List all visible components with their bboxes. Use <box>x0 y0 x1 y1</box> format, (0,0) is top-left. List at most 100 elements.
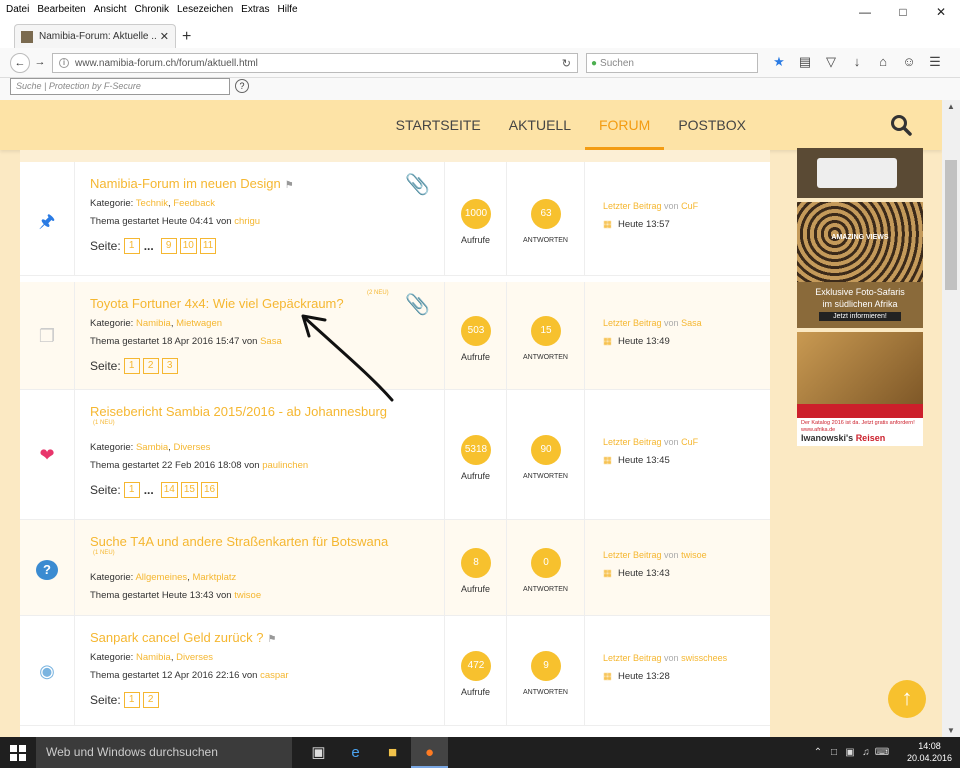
category-link[interactable]: Feedback <box>173 198 215 209</box>
search-engine-icon[interactable]: ● <box>591 58 597 69</box>
chat-icon[interactable]: ☺ <box>896 54 922 70</box>
new-tab-icon[interactable]: + <box>182 28 191 46</box>
bookmark-star-icon[interactable]: ★ <box>766 54 792 70</box>
category-link[interactable]: Namibia <box>136 318 171 329</box>
task-view-icon[interactable]: ▣ <box>300 737 337 768</box>
nav-startseite[interactable]: STARTSEITE <box>396 100 481 150</box>
fsecure-search-input[interactable]: Suche | Protection by F-Secure <box>10 78 230 95</box>
page-link[interactable]: 2 <box>142 358 159 374</box>
notification-icon[interactable]: □ <box>826 737 842 768</box>
menu-chronik[interactable]: Chronik <box>135 4 169 15</box>
forward-icon[interactable]: → <box>30 53 50 73</box>
ad-iwanowski[interactable]: Der Katalog 2016 ist da. Jetzt gratis an… <box>797 332 923 446</box>
back-icon[interactable]: ← <box>10 53 30 73</box>
keyboard-icon[interactable]: ⌨ <box>874 737 890 768</box>
search-input[interactable]: ● Suchen <box>586 53 758 73</box>
last-post-link[interactable]: Letzter Beitrag <box>603 653 662 663</box>
topic-title-link[interactable]: Reisebericht Sambia 2015/2016 - ab Johan… <box>90 404 387 419</box>
category-link[interactable]: Mietwagen <box>176 318 222 329</box>
nav-aktuell[interactable]: AKTUELL <box>509 100 571 150</box>
author-link[interactable]: chrigu <box>234 216 260 227</box>
page-link[interactable]: 14 <box>160 482 178 498</box>
last-post-author[interactable]: CuF <box>681 437 698 447</box>
url-bar[interactable]: i www.namibia-forum.ch/forum/aktuell.htm… <box>52 53 578 73</box>
page-link[interactable]: 1 <box>123 482 140 498</box>
site-search-icon[interactable] <box>890 114 912 136</box>
page-link[interactable]: 10 <box>179 238 197 254</box>
category-link[interactable]: Marktplatz <box>192 572 236 583</box>
category-link[interactable]: Technik <box>136 198 168 209</box>
author-link[interactable]: caspar <box>260 670 289 681</box>
taskbar-clock[interactable]: 14:08 20.04.2016 <box>907 740 952 764</box>
page-link[interactable]: 1 <box>123 358 140 374</box>
page-link[interactable]: 11 <box>199 238 217 254</box>
pocket-icon[interactable]: ▽ <box>818 54 844 70</box>
category-link[interactable]: Sambia <box>136 442 168 453</box>
ad-cta[interactable]: Jetzt informieren! <box>819 312 901 321</box>
author-link[interactable]: twisoe <box>234 590 261 601</box>
last-post-author[interactable]: CuF <box>681 201 698 211</box>
category-link[interactable]: Diverses <box>173 442 210 453</box>
help-icon[interactable]: ? <box>235 79 249 93</box>
new-posts-badge[interactable]: (1 NEU) <box>93 420 115 426</box>
page-link[interactable]: 16 <box>200 482 219 498</box>
page-link[interactable]: 3 <box>161 358 178 374</box>
topic-row[interactable]: ◉ Sanpark cancel Geld zurück ? ⚑ Kategori… <box>20 616 770 726</box>
category-link[interactable]: Diverses <box>176 652 213 663</box>
new-posts-badge[interactable]: (1 NEU) <box>93 550 115 556</box>
last-post-author[interactable]: twisoe <box>681 550 707 560</box>
page-link[interactable]: 1 <box>123 238 140 254</box>
last-post-author[interactable]: Sasa <box>681 318 702 328</box>
last-post-link[interactable]: Letzter Beitrag <box>603 201 662 211</box>
edge-icon[interactable]: e <box>337 737 374 768</box>
menu-datei[interactable]: Datei <box>6 4 29 15</box>
author-link[interactable]: paulinchen <box>262 460 308 471</box>
home-icon[interactable]: ⌂ <box>870 54 896 70</box>
last-post-link[interactable]: Letzter Beitrag <box>603 550 662 560</box>
author-link[interactable]: Sasa <box>260 336 282 347</box>
last-post-link[interactable]: Letzter Beitrag <box>603 318 662 328</box>
download-icon[interactable]: ↓ <box>844 54 870 70</box>
file-explorer-icon[interactable]: ■ <box>374 737 411 768</box>
reading-list-icon[interactable]: ▤ <box>792 54 818 70</box>
last-post-author[interactable]: swisschees <box>681 653 727 663</box>
scroll-up-icon[interactable]: ▲ <box>942 102 960 111</box>
scroll-to-top-button[interactable]: ↑ <box>888 680 926 718</box>
topic-row[interactable]: ❤ Reisebericht Sambia 2015/2016 - ab Joh… <box>20 390 770 520</box>
menu-bearbeiten[interactable]: Bearbeiten <box>37 4 85 15</box>
category-link[interactable]: Allgemeines <box>135 572 187 583</box>
topic-title-link[interactable]: Toyota Fortuner 4x4: Wie viel Gepäckraum… <box>90 296 344 311</box>
hamburger-menu-icon[interactable]: ☰ <box>922 54 948 70</box>
windows-start-icon[interactable] <box>10 745 26 761</box>
topic-title-link[interactable]: Namibia-Forum im neuen Design ⚑ <box>90 176 294 191</box>
menu-extras[interactable]: Extras <box>241 4 269 15</box>
topic-row[interactable]: ❐ Toyota Fortuner 4x4: Wie viel Gepäckra… <box>20 282 770 390</box>
scrollbar-thumb[interactable] <box>945 160 957 290</box>
topic-title-link[interactable]: Suche T4A und andere Straßenkarten für B… <box>90 534 388 549</box>
page-link[interactable]: 9 <box>160 238 177 254</box>
topic-title-link[interactable]: Sanpark cancel Geld zurück ? ⚑ <box>90 630 276 645</box>
browser-tab[interactable]: Namibia-Forum: Aktuelle ... ✕ <box>14 24 176 48</box>
new-posts-badge[interactable]: (2 NEU) <box>367 290 389 296</box>
close-tab-icon[interactable]: ✕ <box>160 30 169 43</box>
nav-forum[interactable]: FORUM <box>584 100 665 150</box>
ad-safari-truck[interactable] <box>797 148 923 198</box>
page-link[interactable]: 2 <box>142 692 159 708</box>
tray-chevron-icon[interactable]: ⌃ <box>810 737 826 768</box>
firefox-icon[interactable]: ● <box>411 737 448 768</box>
page-link[interactable]: 1 <box>123 692 140 708</box>
category-link[interactable]: Namibia <box>136 652 171 663</box>
menu-hilfe[interactable]: Hilfe <box>278 4 298 15</box>
nav-postbox[interactable]: POSTBOX <box>678 100 746 150</box>
topic-row[interactable]: 🖈 Namibia-Forum im neuen Design ⚑ 📎 Kateg… <box>20 162 770 276</box>
page-link[interactable]: 15 <box>180 482 198 498</box>
topic-row[interactable]: ? Suche T4A und andere Straßenkarten für… <box>20 520 770 616</box>
page-scrollbar[interactable]: ▲ ▼ <box>942 100 960 737</box>
taskbar-search-input[interactable]: Web und Windows durchsuchen <box>36 737 292 768</box>
menu-lesezeichen[interactable]: Lesezeichen <box>177 4 233 15</box>
scroll-down-icon[interactable]: ▼ <box>942 726 960 735</box>
network-icon[interactable]: ▣ <box>842 737 858 768</box>
volume-icon[interactable]: ♫ <box>858 737 874 768</box>
ad-photo-safari[interactable]: AMAZING VIEWS Exklusive Foto-Safaris im … <box>797 202 923 328</box>
menu-ansicht[interactable]: Ansicht <box>94 4 127 15</box>
